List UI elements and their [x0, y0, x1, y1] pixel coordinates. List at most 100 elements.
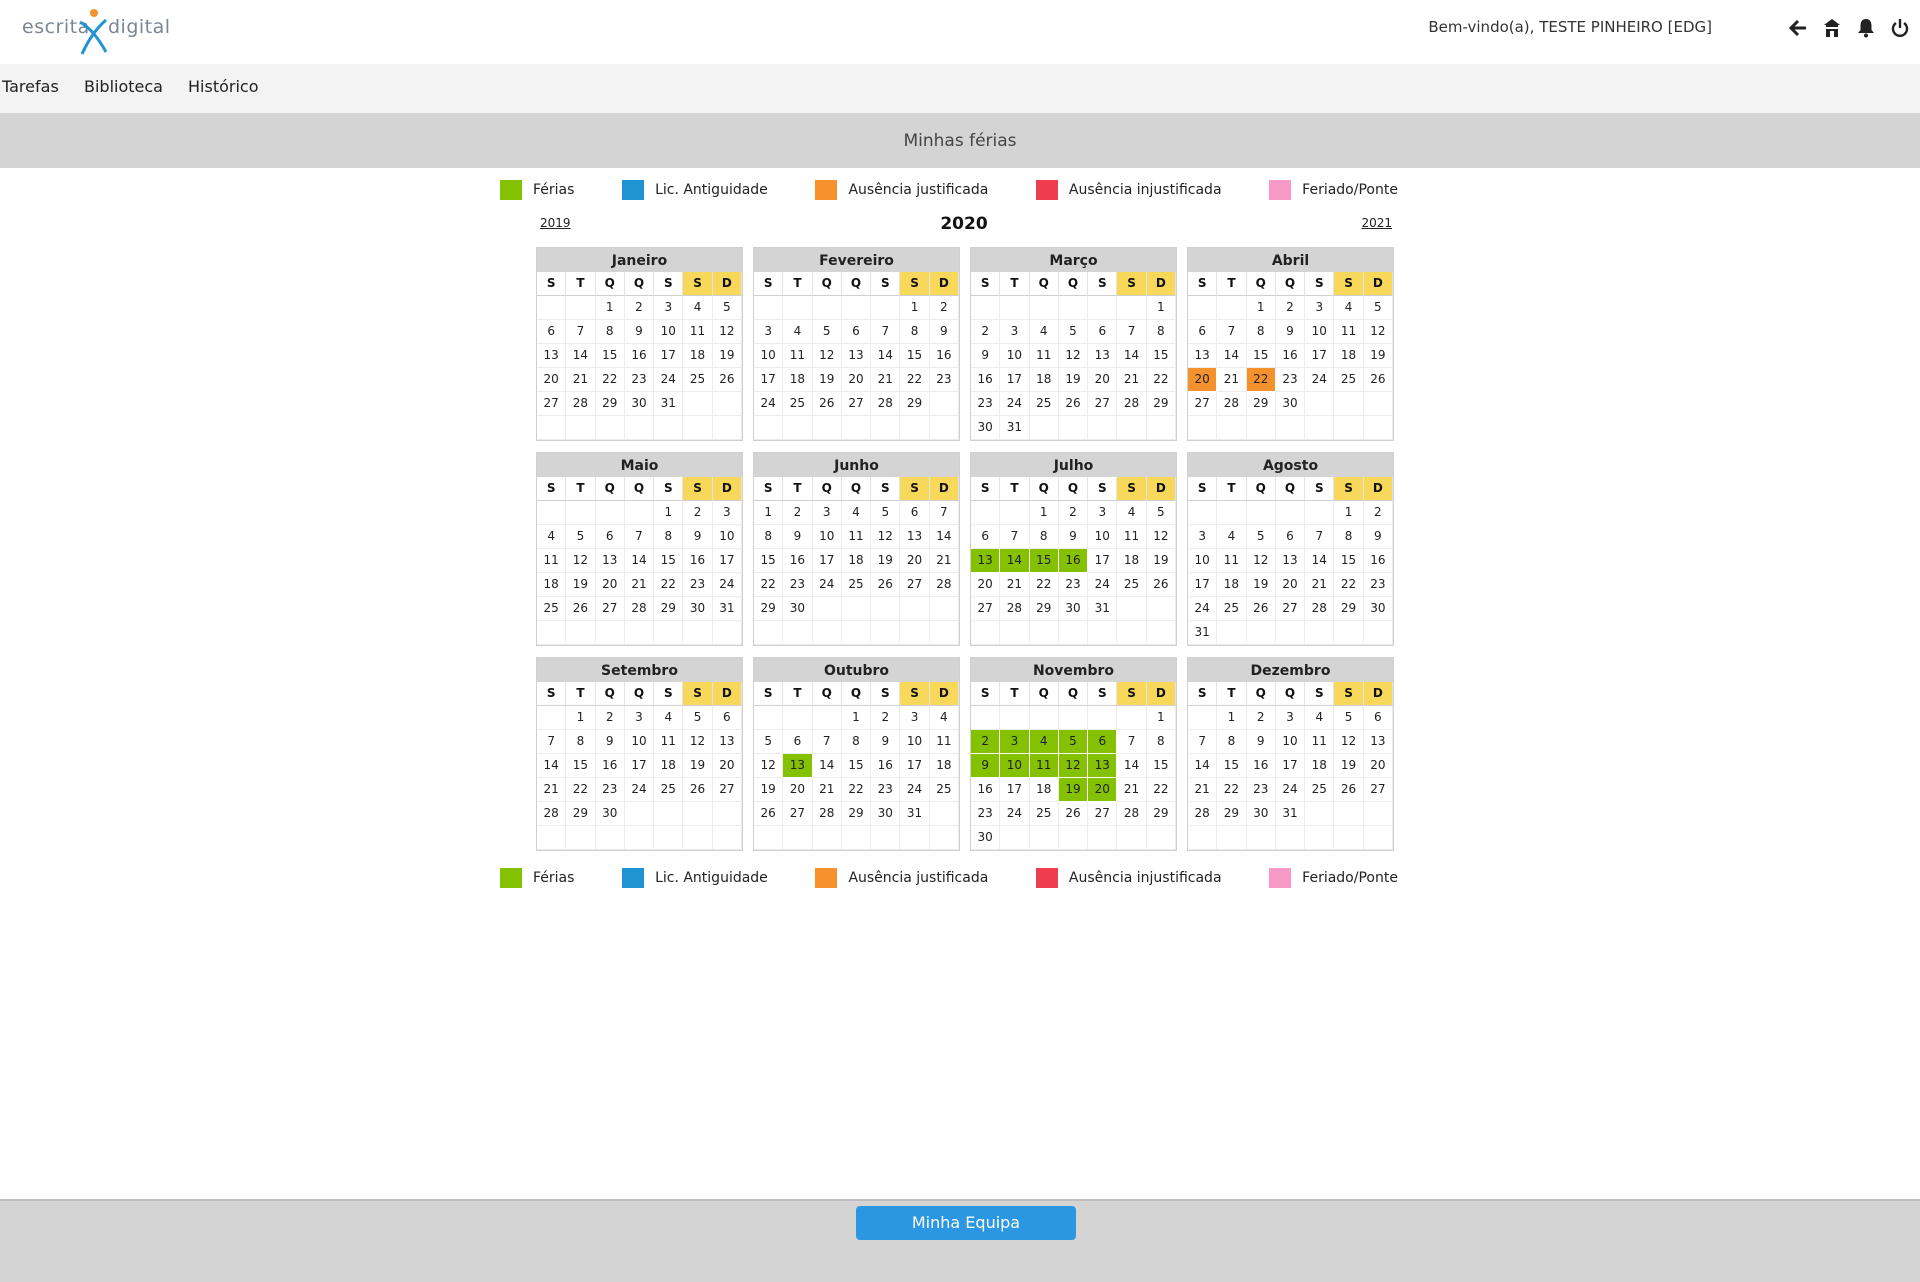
day-cell[interactable]: 24	[654, 368, 684, 392]
day-cell[interactable]: 4	[1117, 501, 1147, 525]
day-cell[interactable]: 15	[654, 549, 684, 573]
day-cell[interactable]: 10	[654, 320, 684, 344]
day-cell[interactable]: 14	[624, 549, 655, 573]
day-cell[interactable]: 22	[595, 368, 625, 392]
day-cell[interactable]: 1	[841, 706, 872, 730]
day-cell[interactable]: 1	[1146, 706, 1176, 730]
day-cell[interactable]: 11	[1029, 754, 1059, 778]
day-cell[interactable]: 29	[841, 802, 872, 826]
day-cell[interactable]: 8	[1217, 730, 1247, 754]
day-cell[interactable]: 30	[971, 826, 1001, 850]
day-cell[interactable]: 2	[971, 730, 1001, 754]
day-cell[interactable]: 8	[754, 525, 784, 549]
day-cell[interactable]: 10	[1000, 344, 1030, 368]
day-cell[interactable]: 4	[841, 501, 872, 525]
day-cell[interactable]: 24	[712, 573, 742, 597]
day-cell[interactable]: 12	[566, 549, 596, 573]
day-cell[interactable]: 16	[1058, 549, 1089, 573]
day-cell[interactable]: 11	[683, 320, 713, 344]
day-cell[interactable]: 19	[1363, 344, 1393, 368]
day-cell[interactable]: 18	[1334, 344, 1364, 368]
day-cell[interactable]: 25	[683, 368, 713, 392]
day-cell[interactable]: 20	[595, 573, 625, 597]
day-cell[interactable]: 19	[1246, 573, 1276, 597]
day-cell[interactable]: 4	[929, 706, 959, 730]
day-cell[interactable]: 5	[1058, 320, 1089, 344]
day-cell[interactable]: 6	[1088, 320, 1118, 344]
day-cell[interactable]: 26	[1058, 802, 1089, 826]
day-cell[interactable]: 6	[1188, 320, 1218, 344]
day-cell[interactable]: 17	[812, 549, 842, 573]
day-cell[interactable]: 8	[900, 320, 930, 344]
day-cell[interactable]: 2	[971, 320, 1001, 344]
day-cell[interactable]: 11	[783, 344, 813, 368]
day-cell[interactable]: 23	[1275, 368, 1306, 392]
day-cell[interactable]: 8	[566, 730, 596, 754]
day-cell[interactable]: 26	[1334, 778, 1364, 802]
day-cell[interactable]: 2	[595, 706, 625, 730]
day-cell[interactable]: 3	[654, 296, 684, 320]
day-cell[interactable]: 5	[1058, 730, 1089, 754]
day-cell[interactable]: 7	[1117, 320, 1147, 344]
day-cell[interactable]: 27	[1188, 392, 1218, 416]
day-cell[interactable]: 1	[1217, 706, 1247, 730]
day-cell[interactable]: 14	[1188, 754, 1218, 778]
day-cell[interactable]: 21	[812, 778, 842, 802]
day-cell[interactable]: 21	[1117, 778, 1147, 802]
day-cell[interactable]: 10	[624, 730, 655, 754]
day-cell[interactable]: 10	[1305, 320, 1335, 344]
day-cell[interactable]: 21	[537, 778, 567, 802]
day-cell[interactable]: 16	[929, 344, 959, 368]
day-cell[interactable]: 10	[712, 525, 742, 549]
day-cell[interactable]: 15	[754, 549, 784, 573]
day-cell[interactable]: 28	[1117, 802, 1147, 826]
day-cell[interactable]: 29	[566, 802, 596, 826]
day-cell[interactable]: 12	[1246, 549, 1276, 573]
day-cell[interactable]: 14	[929, 525, 959, 549]
day-cell[interactable]: 25	[929, 778, 959, 802]
day-cell[interactable]: 10	[900, 730, 930, 754]
day-cell[interactable]: 22	[841, 778, 872, 802]
day-cell[interactable]: 12	[1363, 320, 1393, 344]
day-cell[interactable]: 4	[1029, 320, 1059, 344]
day-cell[interactable]: 9	[971, 754, 1001, 778]
day-cell[interactable]: 15	[1146, 344, 1176, 368]
day-cell[interactable]: 30	[683, 597, 713, 621]
day-cell[interactable]: 19	[812, 368, 842, 392]
day-cell[interactable]: 2	[1058, 501, 1089, 525]
day-cell[interactable]: 17	[1305, 344, 1335, 368]
day-cell[interactable]: 19	[1058, 778, 1089, 802]
day-cell[interactable]: 26	[1363, 368, 1393, 392]
day-cell[interactable]: 4	[683, 296, 713, 320]
day-cell[interactable]: 7	[1117, 730, 1147, 754]
day-cell[interactable]: 20	[1275, 573, 1306, 597]
day-cell[interactable]: 7	[1188, 730, 1218, 754]
day-cell[interactable]: 5	[754, 730, 784, 754]
day-cell[interactable]: 23	[971, 392, 1001, 416]
day-cell[interactable]: 23	[1246, 778, 1276, 802]
day-cell[interactable]: 24	[1000, 392, 1030, 416]
day-cell[interactable]: 26	[566, 597, 596, 621]
day-cell[interactable]: 22	[1146, 778, 1176, 802]
day-cell[interactable]: 8	[595, 320, 625, 344]
day-cell[interactable]: 31	[712, 597, 742, 621]
day-cell[interactable]: 16	[624, 344, 655, 368]
day-cell[interactable]: 26	[871, 573, 901, 597]
day-cell[interactable]: 24	[1188, 597, 1218, 621]
day-cell[interactable]: 21	[1000, 573, 1030, 597]
day-cell[interactable]: 9	[783, 525, 813, 549]
day-cell[interactable]: 31	[900, 802, 930, 826]
day-cell[interactable]: 28	[537, 802, 567, 826]
day-cell[interactable]: 24	[900, 778, 930, 802]
day-cell[interactable]: 1	[654, 501, 684, 525]
day-cell[interactable]: 23	[1058, 573, 1089, 597]
day-cell[interactable]: 12	[712, 320, 742, 344]
day-cell[interactable]: 7	[566, 320, 596, 344]
day-cell[interactable]: 11	[1029, 344, 1059, 368]
power-icon[interactable]	[1888, 14, 1912, 42]
day-cell[interactable]: 13	[841, 344, 872, 368]
day-cell[interactable]: 17	[624, 754, 655, 778]
day-cell[interactable]: 27	[971, 597, 1001, 621]
day-cell[interactable]: 6	[1088, 730, 1118, 754]
day-cell[interactable]: 17	[1188, 573, 1218, 597]
